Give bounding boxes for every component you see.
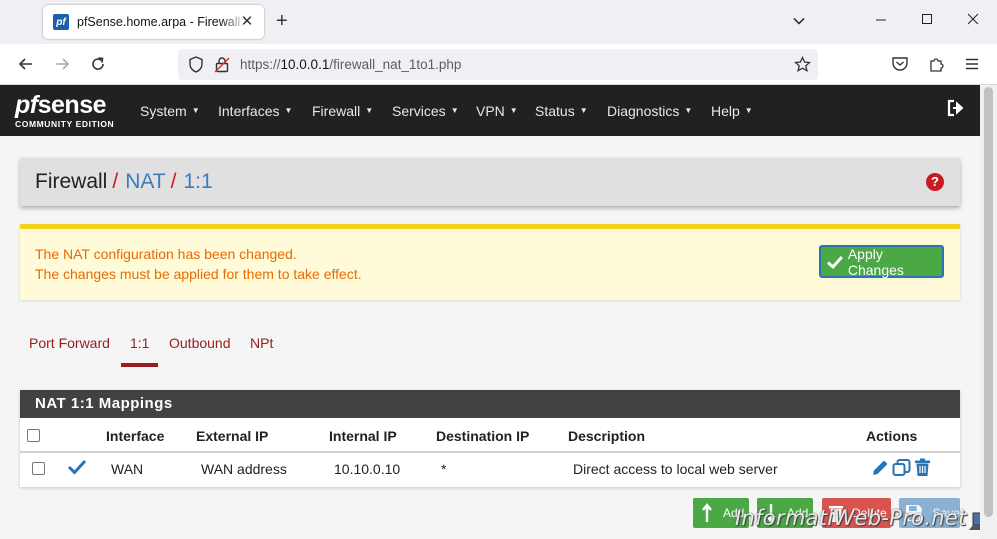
logout-icon[interactable] (946, 98, 966, 118)
table-title: NAT 1:1 Mappings (20, 390, 960, 418)
extensions-puzzle-icon[interactable] (928, 55, 946, 78)
caret-down-icon: ▼ (744, 106, 753, 115)
minimize-window-icon[interactable] (874, 12, 888, 30)
trash-icon[interactable] (913, 458, 932, 482)
scrollbar-thumb[interactable] (984, 87, 993, 517)
browser-tabbar: pf pfSense.home.arpa - Firewall: NAT: 1:… (0, 0, 997, 44)
arrow-up-icon (702, 503, 712, 522)
menu-system[interactable]: System ▼ (140, 85, 200, 136)
page-content: Firewall / NAT / 1:1 ? The NAT configura… (0, 136, 993, 539)
cell-external-ip: WAN address (201, 461, 287, 477)
alert-line-1: The NAT configuration has been changed. (35, 246, 297, 262)
maximize-window-icon[interactable] (920, 12, 934, 30)
reload-icon[interactable] (88, 54, 108, 74)
app-menu-hamburger-icon[interactable] (964, 56, 980, 77)
header-destination-ip[interactable]: Destination IP (436, 428, 529, 444)
pocket-icon[interactable] (891, 55, 909, 78)
breadcrumb: Firewall / NAT / 1:1 ? (20, 158, 960, 206)
caret-down-icon: ▼ (684, 106, 693, 115)
close-window-icon[interactable] (966, 12, 980, 30)
caret-down-icon: ▼ (191, 106, 200, 115)
changes-alert: The NAT configuration has been changed. … (20, 224, 960, 300)
browser-navbar: https://10.0.0.1/firewall_nat_1to1.php (0, 44, 997, 85)
pfsense-logo[interactable]: pfsense COMMUNITY EDITION (15, 93, 125, 131)
menu-diagnostics[interactable]: Diagnostics ▼ (607, 85, 692, 136)
header-actions: Actions (866, 428, 918, 444)
caret-down-icon: ▼ (579, 106, 588, 115)
menu-interfaces[interactable]: Interfaces ▼ (218, 85, 292, 136)
bookmark-star-icon[interactable] (793, 55, 812, 78)
menu-status[interactable]: Status ▼ (535, 85, 588, 136)
cell-interface: WAN (111, 461, 144, 477)
header-description[interactable]: Description (568, 428, 645, 444)
menu-help[interactable]: Help ▼ (711, 85, 753, 136)
tracking-shield-icon[interactable] (188, 56, 204, 78)
caret-down-icon: ▼ (284, 106, 293, 115)
menu-vpn[interactable]: VPN ▼ (476, 85, 518, 136)
pfsense-navbar: pfsense COMMUNITY EDITION System ▼ Interf… (0, 85, 980, 136)
breadcrumb-firewall: Firewall (35, 170, 108, 193)
header-interface[interactable]: Interface (106, 428, 164, 444)
cell-internal-ip: 10.10.0.10 (334, 461, 401, 477)
apply-changes-button[interactable]: Apply Changes (819, 245, 944, 278)
caret-down-icon: ▼ (365, 106, 374, 115)
check-icon (826, 255, 843, 269)
browser-tab[interactable]: pf pfSense.home.arpa - Firewall: NAT: 1:… (43, 5, 264, 39)
forward-arrow-icon[interactable] (52, 54, 72, 74)
tab-list-chevron-icon[interactable] (792, 14, 806, 32)
watermark: InformatiWeb-Pro.net (735, 506, 967, 530)
new-tab-plus-icon[interactable]: + (276, 11, 288, 31)
header-external-ip[interactable]: External IP (196, 428, 268, 444)
mappings-table: NAT 1:1 Mappings Interface External IP I… (20, 390, 960, 487)
browser-tab-title: pfSense.home.arpa - Firewall: NAT: 1:1 (77, 15, 247, 29)
back-arrow-icon[interactable] (16, 54, 36, 74)
breadcrumb-current[interactable]: 1:1 (183, 170, 212, 194)
copy-icon[interactable] (892, 458, 911, 482)
tab-1to1[interactable]: 1:1 (130, 335, 149, 351)
enabled-check-icon[interactable] (67, 458, 87, 481)
page-scrollbar[interactable] (980, 85, 997, 539)
alert-line-2: The changes must be applied for them to … (35, 266, 362, 282)
tab-npt[interactable]: NPt (250, 335, 273, 351)
tab-outbound[interactable]: Outbound (169, 335, 231, 351)
tab-port-forward[interactable]: Port Forward (29, 335, 110, 351)
logo-edition: COMMUNITY EDITION (15, 119, 115, 129)
select-all-checkbox[interactable] (27, 429, 40, 442)
close-tab-icon[interactable]: ✕ (239, 14, 255, 30)
menu-firewall[interactable]: Firewall ▼ (312, 85, 373, 136)
edit-pencil-icon[interactable] (871, 458, 890, 482)
header-internal-ip[interactable]: Internal IP (329, 428, 397, 444)
breadcrumb-nat-link[interactable]: NAT (125, 170, 165, 194)
help-icon[interactable]: ? (926, 173, 944, 191)
caret-down-icon: ▼ (450, 106, 459, 115)
lock-warning-icon[interactable] (214, 56, 230, 78)
active-tab-underline (121, 363, 158, 367)
cell-destination-ip: * (441, 461, 447, 477)
url-text: https://10.0.0.1/firewall_nat_1to1.php (240, 57, 462, 72)
cell-description: Direct access to local web server (573, 461, 778, 477)
pfsense-favicon-icon: pf (53, 14, 69, 30)
menu-services[interactable]: Services ▼ (392, 85, 459, 136)
caret-down-icon: ▼ (509, 106, 518, 115)
row-checkbox[interactable] (32, 462, 45, 475)
url-bar[interactable]: https://10.0.0.1/firewall_nat_1to1.php (178, 49, 818, 80)
